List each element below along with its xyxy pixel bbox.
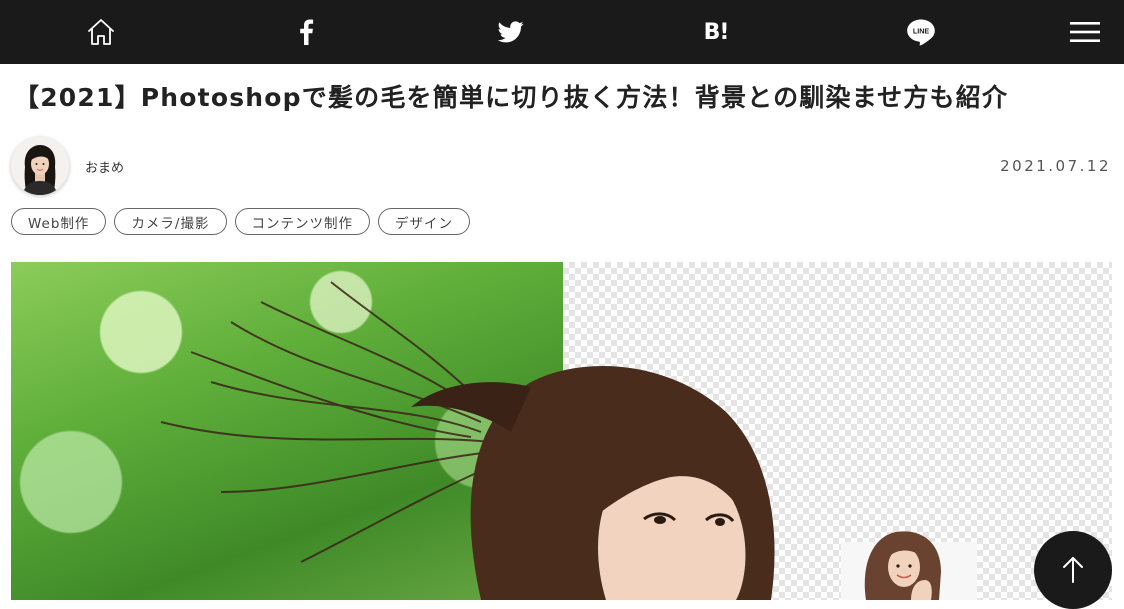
menu-button[interactable]	[1055, 0, 1115, 64]
hamburger-menu-icon	[1070, 22, 1100, 42]
scroll-to-top-button[interactable]	[1034, 531, 1112, 609]
twitter-share-button[interactable]	[481, 0, 541, 64]
tag-design[interactable]: デザイン	[378, 208, 470, 235]
hatena-bookmark-button[interactable]: B!	[686, 0, 746, 64]
tag-web-production[interactable]: Web制作	[11, 208, 107, 235]
author-name[interactable]: おまめ	[85, 157, 124, 176]
line-icon: LINE	[907, 19, 935, 46]
twitter-icon	[498, 21, 524, 43]
share-bar: B! LINE	[0, 0, 1124, 64]
article-title: 【2021】Photoshopで髪の毛を簡単に切り抜く方法！背景との馴染ませ方も…	[14, 83, 1009, 112]
hero-image	[11, 262, 1112, 600]
tag-camera-photography[interactable]: カメラ/撮影	[114, 208, 227, 235]
publish-date: 2021.07.12	[1000, 157, 1111, 175]
tag-content-production[interactable]: コンテンツ制作	[234, 208, 370, 235]
facebook-share-button[interactable]	[276, 0, 336, 64]
line-icon-label: LINE	[913, 27, 930, 36]
line-share-button[interactable]: LINE	[891, 0, 951, 64]
home-icon	[88, 19, 114, 45]
hero-person-illustration	[160, 281, 977, 600]
hatena-bookmark-icon: B!	[703, 19, 730, 45]
tag-list: Web制作 カメラ/撮影 コンテンツ制作 デザイン	[11, 208, 470, 235]
author-avatar[interactable]	[11, 137, 69, 195]
home-button[interactable]	[71, 0, 131, 64]
author-avatar-image	[11, 137, 69, 195]
arrow-up-icon	[1063, 557, 1083, 583]
facebook-icon	[300, 19, 314, 45]
